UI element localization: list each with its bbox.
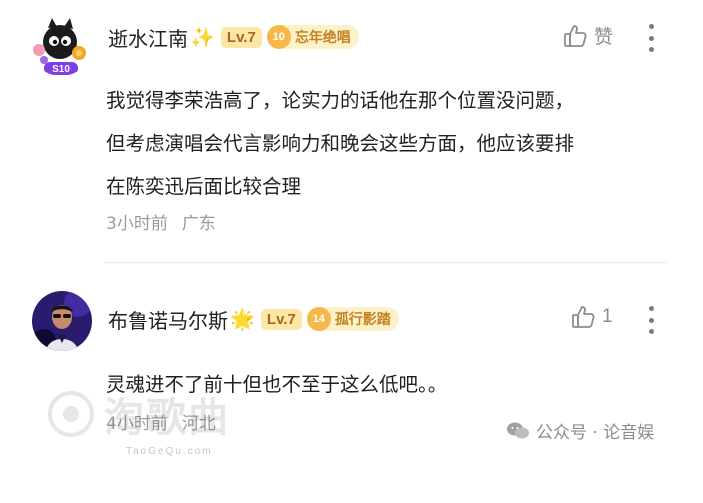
comment-item: S10 逝水江南 ✨ Lv.7 10 忘年绝唱 赞 我觉得李荣浩高了，论实力的话…: [0, 0, 703, 262]
fan-badge-name: 孤行影踏: [334, 312, 391, 328]
comment-line: 但考虑演唱会代言影响力和晚会这些方面，他应该要排: [106, 132, 575, 155]
watermark-subtext: TaoGeQu.com: [126, 446, 213, 457]
star-icon: 🌟: [230, 307, 255, 331]
avatar[interactable]: S10: [30, 14, 92, 76]
watermark: 淘歌曲: [48, 385, 230, 443]
level-badge: Lv.7: [220, 26, 262, 48]
comment-line: 在陈奕迅后面比较合理: [106, 175, 302, 198]
more-options-icon[interactable]: [647, 306, 655, 334]
account-mark: 公众号 · 论音娱: [506, 418, 654, 443]
avatar-level-label: S10: [52, 64, 70, 75]
fan-badge[interactable]: 10 忘年绝唱: [266, 25, 359, 49]
like-button[interactable]: 1: [570, 304, 613, 330]
like-button[interactable]: 赞: [562, 22, 613, 49]
username[interactable]: 布鲁诺马尔斯: [108, 305, 228, 334]
fan-badge[interactable]: 14 孤行影踏: [306, 307, 399, 331]
comment-header: 布鲁诺马尔斯 🌟 Lv.7 14 孤行影踏: [108, 302, 399, 336]
comment-location: 广东: [181, 214, 216, 234]
comment-line: 我觉得李荣浩高了，论实力的话他在那个位置没问题，: [106, 89, 575, 112]
portrait-avatar-icon: [32, 291, 92, 351]
fan-badge-level: 14: [306, 307, 331, 331]
more-options-icon[interactable]: [647, 24, 655, 52]
sparkle-icon: ✨: [190, 25, 215, 49]
watermark-text: 淘歌曲: [104, 395, 230, 441]
fan-badge-name: 忘年绝唱: [294, 30, 351, 46]
comment-header: 逝水江南 ✨ Lv.7 10 忘年绝唱: [108, 20, 359, 54]
avatar[interactable]: [32, 291, 92, 351]
thumbs-up-icon: [572, 306, 595, 328]
comment-item: 布鲁诺马尔斯 🌟 Lv.7 14 孤行影踏 灵魂进不了前十但也不至于这么低吧。。…: [0, 262, 703, 503]
like-label: 赞: [594, 27, 614, 48]
comment-meta: 3小时前 广东: [106, 209, 216, 234]
comment-time: 3小时前: [106, 214, 168, 234]
thumbs-up-icon: [564, 24, 587, 47]
cartoon-avatar-icon: S10: [30, 14, 92, 76]
level-badge: Lv.7: [260, 308, 302, 330]
account-name: 公众号 · 论音娱: [536, 423, 655, 443]
comment-text: 我觉得李荣浩高了，论实力的话他在那个位置没问题， 但考虑演唱会代言影响力和晚会这…: [106, 79, 666, 208]
music-note-logo-icon: [48, 391, 94, 437]
wechat-icon: [507, 422, 529, 438]
like-count: 1: [602, 306, 613, 327]
fan-badge-level: 10: [266, 25, 291, 49]
username[interactable]: 逝水江南: [108, 23, 188, 52]
